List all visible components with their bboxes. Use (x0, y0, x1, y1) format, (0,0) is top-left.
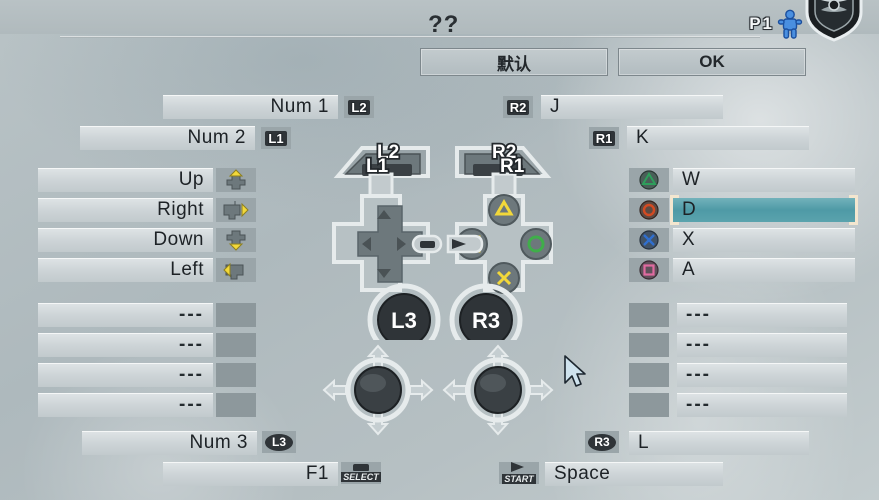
empty-icon (216, 303, 256, 327)
select-glyph-icon (353, 464, 369, 471)
binding-row-left-0[interactable]: Num 1 (163, 95, 338, 119)
badge-start: START (499, 462, 539, 484)
binding-value: Num 1 (270, 96, 329, 117)
binding-value: W (682, 169, 701, 190)
gamepad-diagram: L3 R3 L2 L1 R2 R1 (332, 140, 553, 340)
binding-row-left-4[interactable]: Down (38, 228, 213, 252)
binding-row-left-5[interactable]: Left (38, 258, 213, 282)
badge-l3: L3 (262, 431, 296, 453)
analog-sticks-diagram (322, 344, 554, 436)
binding-value: Left (170, 259, 204, 280)
player-label: P1 (749, 14, 774, 33)
binding-value: --- (686, 394, 711, 415)
binding-value: Down (153, 229, 204, 250)
dpad-down-icon (216, 228, 256, 252)
binding-row-right-6[interactable]: --- (677, 303, 847, 327)
svg-text:L1: L1 (366, 156, 389, 177)
start-glyph-icon (511, 462, 524, 472)
binding-row-left-6[interactable]: --- (38, 303, 213, 327)
binding-row-left-3[interactable]: Right (38, 198, 213, 222)
binding-row-right-9[interactable]: --- (677, 393, 847, 417)
header-divider (60, 36, 760, 38)
binding-row-right-4[interactable]: X (673, 228, 855, 252)
binding-row-left-9[interactable]: --- (38, 393, 213, 417)
binding-value: --- (686, 334, 711, 355)
mouse-pointer-icon (564, 355, 586, 387)
badge-r3: R3 (585, 431, 619, 453)
binding-value: K (636, 127, 650, 148)
binding-row-right-2[interactable]: W (673, 168, 855, 192)
binding-row-right-7[interactable]: --- (677, 333, 847, 357)
binding-value: X (682, 229, 696, 250)
empty-icon (216, 363, 256, 387)
dpad-right-icon (216, 198, 256, 222)
binding-value: Space (554, 463, 611, 484)
binding-row-right-3[interactable]: D (673, 198, 855, 222)
binding-value: J (550, 96, 560, 117)
default-button[interactable]: 默认 (420, 48, 608, 76)
binding-value: L (638, 432, 650, 453)
empty-icon (629, 303, 669, 327)
ok-button[interactable]: OK (618, 48, 806, 76)
binding-row-left-8[interactable]: --- (38, 363, 213, 387)
badge-l2: L2 (344, 96, 374, 118)
badge-r1: R1 (589, 127, 619, 149)
badge-r2: R2 (503, 96, 533, 118)
binding-row-right-8[interactable]: --- (677, 363, 847, 387)
dpad-left-icon (216, 258, 256, 282)
binding-row-left-7[interactable]: --- (38, 333, 213, 357)
binding-value: --- (179, 394, 204, 415)
page-title: ?? (428, 11, 460, 38)
binding-value: --- (179, 364, 204, 385)
binding-value: --- (179, 334, 204, 355)
binding-value: --- (686, 304, 711, 325)
empty-icon (629, 393, 669, 417)
triangle-button-icon (629, 168, 669, 192)
square-button-icon (629, 258, 669, 282)
binding-value: Up (178, 169, 204, 190)
badge-select: SELECT (341, 462, 381, 484)
binding-row-right-0[interactable]: J (541, 95, 723, 119)
badge-l1: L1 (261, 127, 291, 149)
config-screen: ?? P1 默认 OK Num 1 L2 Num 2 L1 Up Right D… (0, 0, 879, 500)
binding-row-right-5[interactable]: A (673, 258, 855, 282)
binding-row-left-1[interactable]: Num 2 (80, 126, 255, 150)
binding-row-right-10[interactable]: L (629, 431, 809, 455)
empty-icon (629, 363, 669, 387)
binding-value: F1 (305, 463, 329, 484)
dpad-up-icon (216, 168, 256, 192)
binding-value: Right (157, 199, 204, 220)
empty-icon (216, 393, 256, 417)
binding-value: --- (686, 364, 711, 385)
binding-value: --- (179, 304, 204, 325)
binding-row-left-11[interactable]: F1 (163, 462, 338, 486)
svg-text:R1: R1 (500, 156, 525, 177)
binding-row-left-2[interactable]: Up (38, 168, 213, 192)
binding-row-right-1[interactable]: K (627, 126, 809, 150)
circle-button-icon (629, 198, 669, 222)
cross-button-icon (629, 228, 669, 252)
empty-icon (629, 333, 669, 357)
binding-value: D (682, 199, 697, 220)
player-figure-icon (777, 9, 803, 39)
empty-icon (216, 333, 256, 357)
binding-value: Num 2 (187, 127, 246, 148)
binding-value: Num 3 (189, 432, 248, 453)
binding-value: A (682, 259, 696, 280)
binding-row-left-10[interactable]: Num 3 (82, 431, 257, 455)
binding-row-right-11[interactable]: Space (545, 462, 723, 486)
shield-logo-icon (805, 0, 863, 42)
